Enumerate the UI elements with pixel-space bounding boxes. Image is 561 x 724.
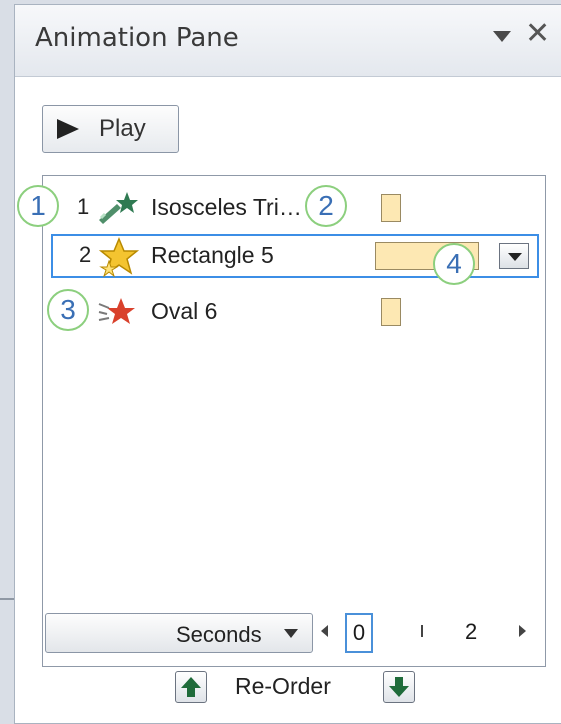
animation-list[interactable]: 1 Isosceles Tri… 2 Rectangle 5 Oval 6: [42, 175, 546, 667]
callout-marker: 3: [47, 289, 89, 331]
animation-item-label: Isosceles Tri…: [151, 194, 302, 220]
scroll-right-icon[interactable]: [519, 625, 526, 637]
timeline-tick-two: 2: [465, 619, 478, 644]
chevron-down-icon[interactable]: [493, 31, 511, 42]
timeline-tick-zero: 0: [345, 613, 373, 653]
seconds-dropdown[interactable]: Seconds: [45, 613, 313, 653]
animation-order-number: 1: [77, 194, 90, 219]
play-icon: [57, 119, 79, 139]
play-button-label: Play: [99, 115, 146, 142]
exit-effect-icon: [98, 298, 135, 324]
animation-item-label: Oval 6: [151, 298, 218, 324]
animation-item-oval-6[interactable]: Oval 6: [43, 290, 545, 334]
entrance-effect-icon: [99, 192, 138, 224]
animation-item-label: Rectangle 5: [151, 242, 274, 268]
callout-marker: 2: [305, 185, 347, 227]
arrow-down-icon: [389, 677, 409, 697]
animation-pane: Animation Pane ✕ Play 1 Isosceles Tri… 2: [14, 4, 561, 724]
item-dropdown-button[interactable]: [499, 243, 529, 269]
timing-bar[interactable]: [381, 194, 401, 222]
callout-marker: 1: [17, 185, 59, 227]
reorder-up-button[interactable]: [175, 671, 207, 703]
reorder-label: Re-Order: [235, 673, 331, 699]
pane-title: Animation Pane: [35, 23, 239, 53]
seconds-dropdown-label: Seconds: [176, 622, 262, 647]
timing-bar[interactable]: [381, 298, 401, 326]
reorder-down-button[interactable]: [383, 671, 415, 703]
timeline-tick-mark: [421, 625, 423, 637]
chevron-down-icon: [284, 629, 298, 638]
animation-item-isosceles-triangle[interactable]: 1 Isosceles Tri…: [43, 186, 545, 230]
animation-order-number: 2: [79, 242, 92, 267]
pane-header: Animation Pane ✕: [15, 5, 561, 77]
callout-marker: 4: [433, 243, 475, 285]
panel-divider: [0, 598, 14, 600]
arrow-up-icon: [181, 677, 201, 697]
scroll-left-icon[interactable]: [321, 625, 328, 637]
emphasis-effect-icon: [98, 237, 140, 277]
play-button[interactable]: Play: [42, 105, 179, 153]
close-icon[interactable]: ✕: [525, 19, 550, 49]
